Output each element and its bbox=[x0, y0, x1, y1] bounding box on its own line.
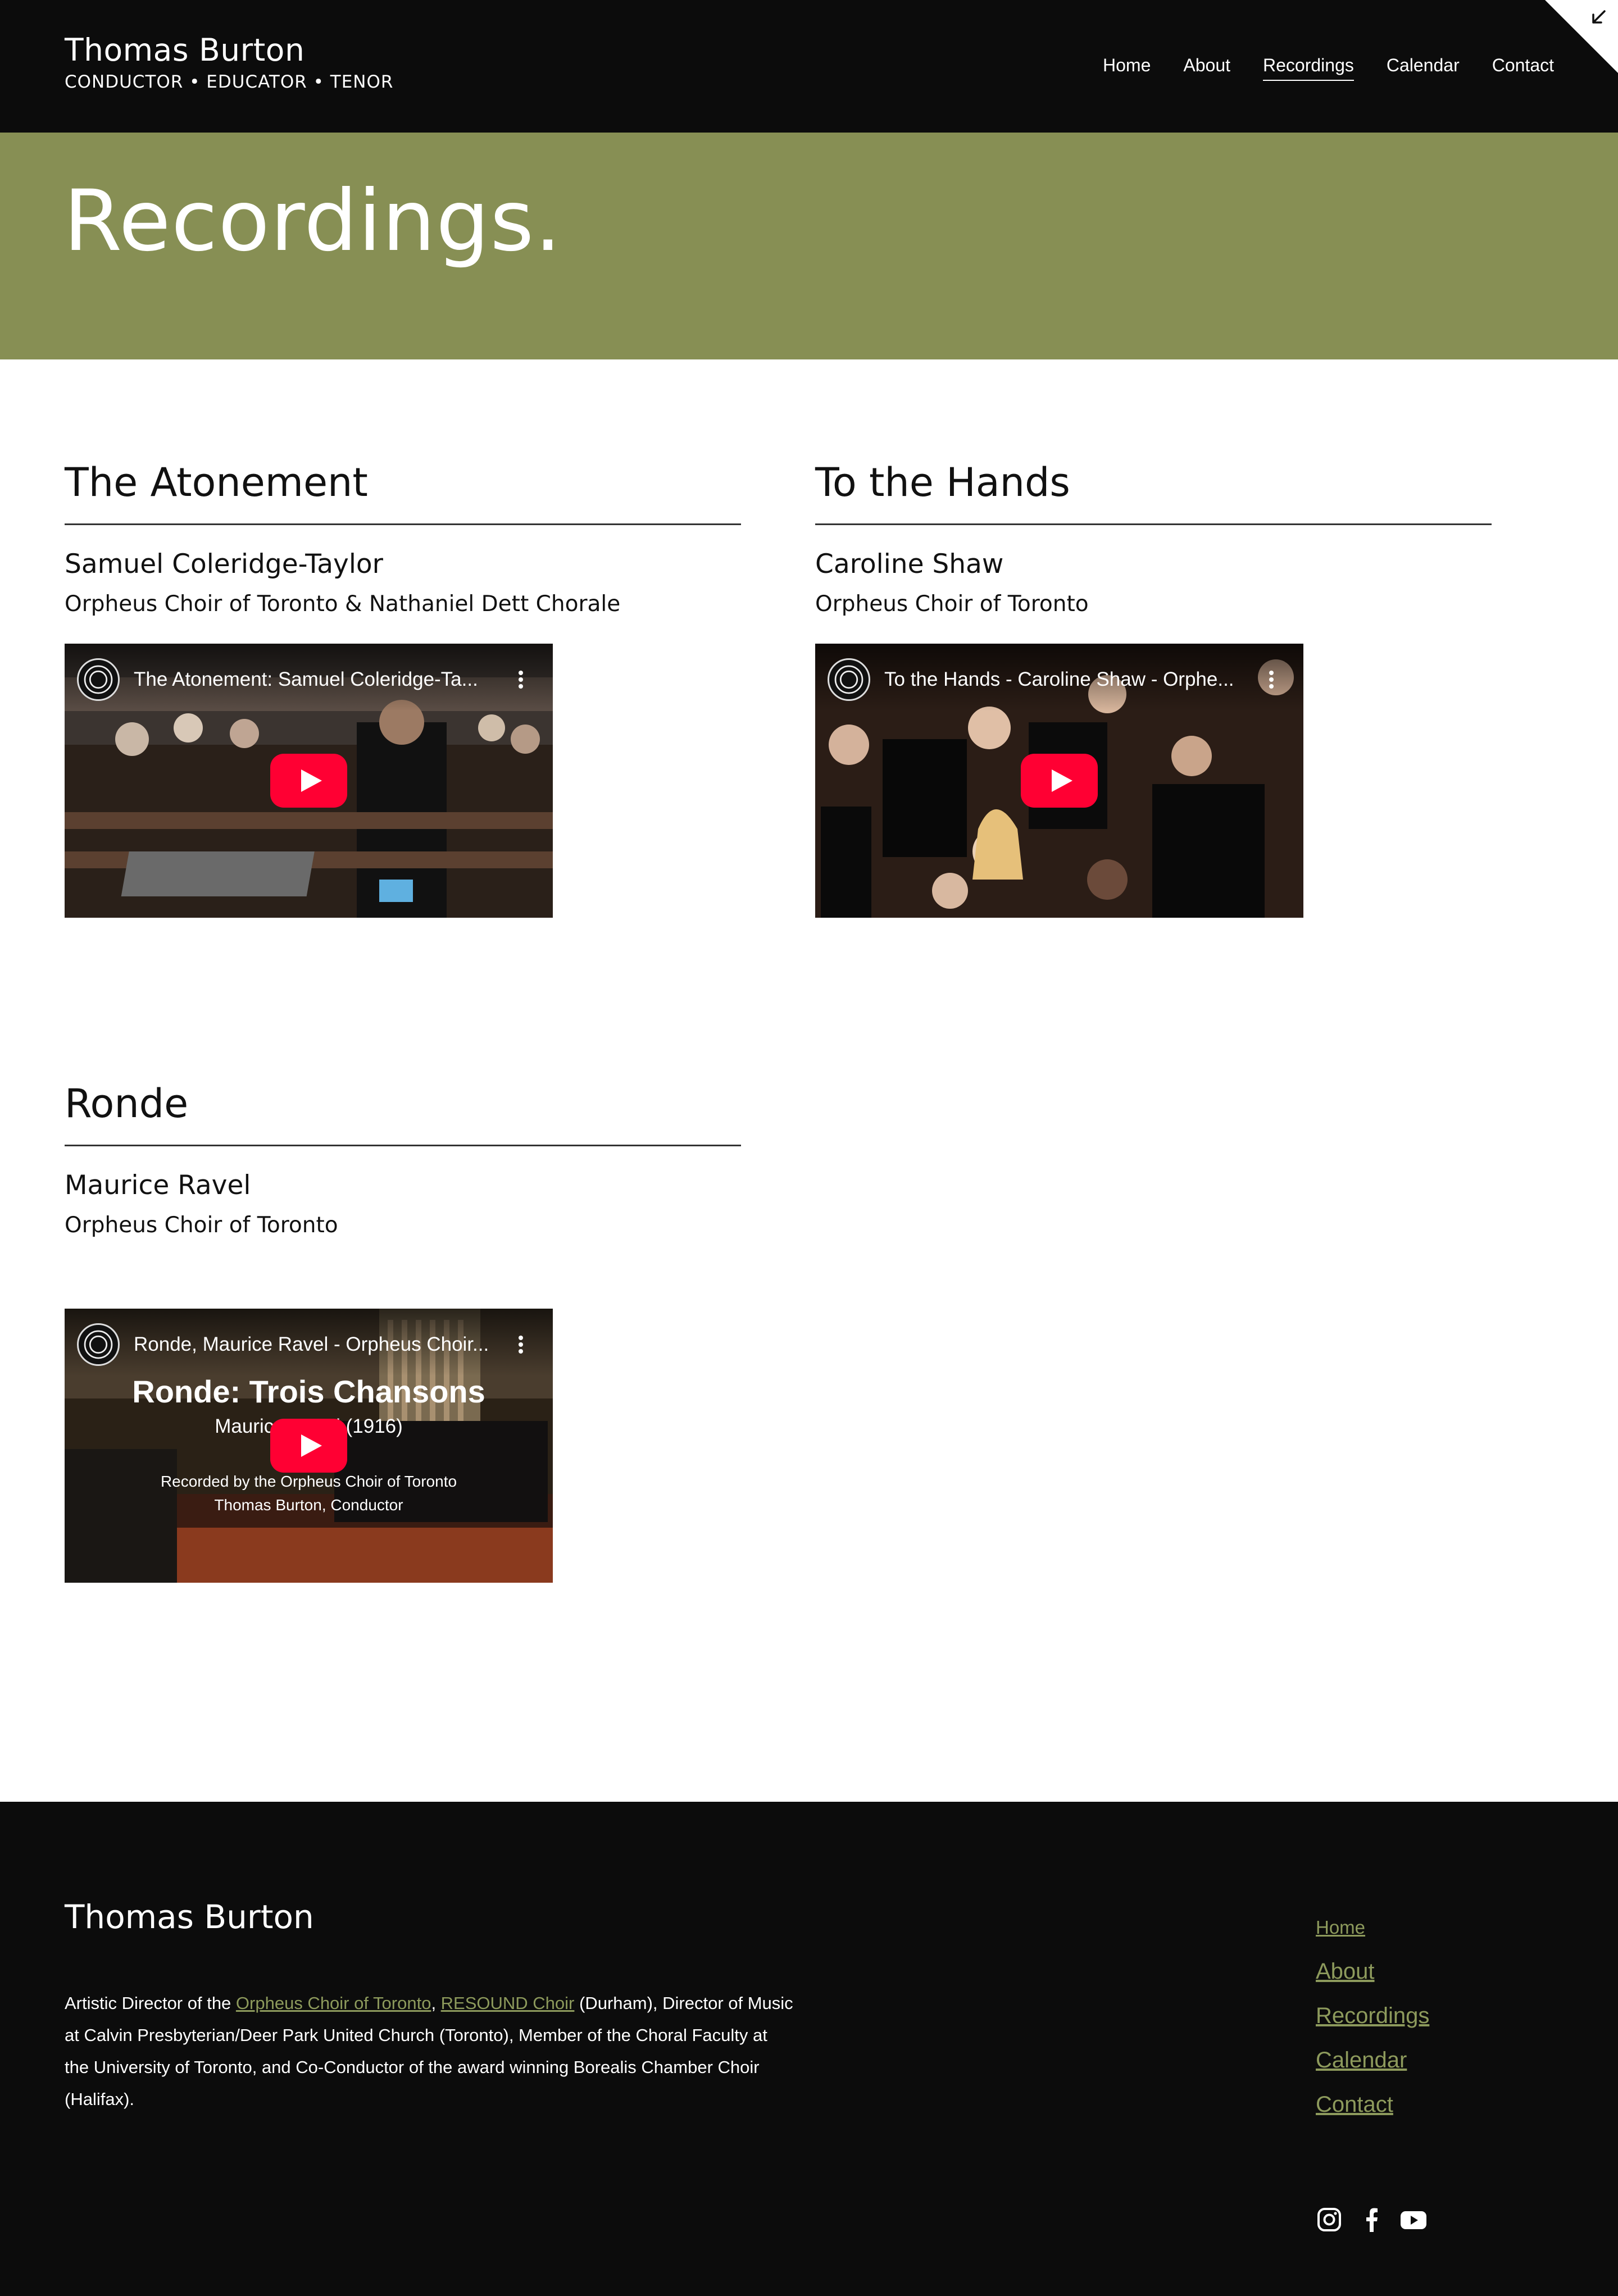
footer-nav-contact[interactable]: Contact bbox=[1316, 2083, 1429, 2127]
more-options-icon[interactable] bbox=[510, 668, 532, 691]
play-button-icon[interactable] bbox=[270, 1419, 347, 1473]
channel-avatar-icon[interactable] bbox=[77, 1323, 120, 1366]
footer-title: Thomas Burton bbox=[65, 1898, 314, 1936]
recording-item: Ronde Maurice Ravel Orpheus Choir of Tor… bbox=[65, 1078, 741, 1240]
video-overlay-credit: Thomas Burton, Conductor bbox=[214, 1496, 403, 1514]
recording-item: The Atonement Samuel Coleridge-Taylor Or… bbox=[65, 457, 741, 618]
footer-nav-recordings[interactable]: Recordings bbox=[1316, 1994, 1429, 2038]
divider bbox=[65, 523, 741, 525]
recording-composer: Caroline Shaw bbox=[815, 549, 1004, 580]
orpheus-choir-link[interactable]: Orpheus Choir of Toronto bbox=[236, 1993, 431, 2013]
bio-separator: , bbox=[431, 1993, 441, 2013]
video-overlay-heading: Ronde: Trois Chansons bbox=[132, 1374, 485, 1409]
page-title: Recordings. bbox=[63, 172, 562, 270]
nav-home[interactable]: Home bbox=[1103, 54, 1151, 81]
recording-ensemble: Orpheus Choir of Toronto & Nathaniel Det… bbox=[65, 591, 621, 617]
site-header: Thomas Burton CONDUCTOR • EDUCATOR • TEN… bbox=[0, 0, 1618, 133]
recording-title: The Atonement bbox=[65, 459, 368, 505]
divider bbox=[815, 523, 1492, 525]
play-button-icon[interactable] bbox=[270, 754, 347, 808]
divider bbox=[65, 1145, 741, 1146]
play-button-icon[interactable] bbox=[1021, 754, 1098, 808]
recording-title: To the Hands bbox=[815, 459, 1070, 505]
resound-choir-link[interactable]: RESOUND Choir bbox=[441, 1993, 575, 2013]
recording-ensemble: Orpheus Choir of Toronto bbox=[815, 591, 1089, 617]
recording-ensemble: Orpheus Choir of Toronto bbox=[65, 1213, 338, 1238]
collapse-arrow-icon[interactable] bbox=[1588, 7, 1610, 29]
footer-bio: Artistic Director of the Orpheus Choir o… bbox=[65, 1987, 795, 2115]
facebook-icon[interactable] bbox=[1358, 2206, 1385, 2233]
nav-about[interactable]: About bbox=[1183, 54, 1230, 81]
video-title[interactable]: To the Hands - Caroline Shaw - Orphe... bbox=[884, 667, 1244, 692]
video-title[interactable]: Ronde, Maurice Ravel - Orpheus Choir... bbox=[134, 1332, 493, 1357]
footer-nav-calendar[interactable]: Calendar bbox=[1316, 2038, 1429, 2083]
bio-text: Artistic Director of the bbox=[65, 1993, 236, 2013]
footer-nav: Home About Recordings Calendar Contact bbox=[1316, 1905, 1429, 2127]
more-options-icon[interactable] bbox=[510, 1333, 532, 1356]
video-embed[interactable]: Ronde: Trois Chansons Maurice Ravel (191… bbox=[65, 1309, 553, 1583]
footer-nav-about[interactable]: About bbox=[1316, 1949, 1429, 1994]
recording-composer: Samuel Coleridge-Taylor bbox=[65, 549, 383, 580]
channel-avatar-icon[interactable] bbox=[828, 658, 870, 701]
nav-recordings[interactable]: Recordings bbox=[1263, 54, 1354, 81]
recording-title: Ronde bbox=[65, 1081, 189, 1127]
youtube-icon[interactable] bbox=[1400, 2206, 1427, 2233]
recording-composer: Maurice Ravel bbox=[65, 1170, 251, 1201]
recording-item: To the Hands Caroline Shaw Orpheus Choir… bbox=[815, 457, 1492, 618]
site-tagline: CONDUCTOR • EDUCATOR • TENOR bbox=[65, 72, 394, 92]
video-title[interactable]: The Atonement: Samuel Coleridge-Ta... bbox=[134, 667, 493, 692]
main-nav: Home About Recordings Calendar Contact bbox=[1103, 54, 1554, 81]
nav-calendar[interactable]: Calendar bbox=[1387, 54, 1460, 81]
video-overlay-credit: Recorded by the Orpheus Choir of Toronto bbox=[160, 1473, 457, 1490]
footer-nav-home[interactable]: Home bbox=[1316, 1905, 1429, 1949]
video-embed[interactable]: To the Hands - Caroline Shaw - Orphe... bbox=[815, 644, 1303, 918]
hero-banner: Recordings. bbox=[0, 133, 1618, 359]
site-title[interactable]: Thomas Burton bbox=[65, 30, 304, 70]
instagram-icon[interactable] bbox=[1316, 2206, 1343, 2233]
more-options-icon[interactable] bbox=[1260, 668, 1283, 691]
channel-avatar-icon[interactable] bbox=[77, 658, 120, 701]
video-embed[interactable]: The Atonement: Samuel Coleridge-Ta... bbox=[65, 644, 553, 918]
